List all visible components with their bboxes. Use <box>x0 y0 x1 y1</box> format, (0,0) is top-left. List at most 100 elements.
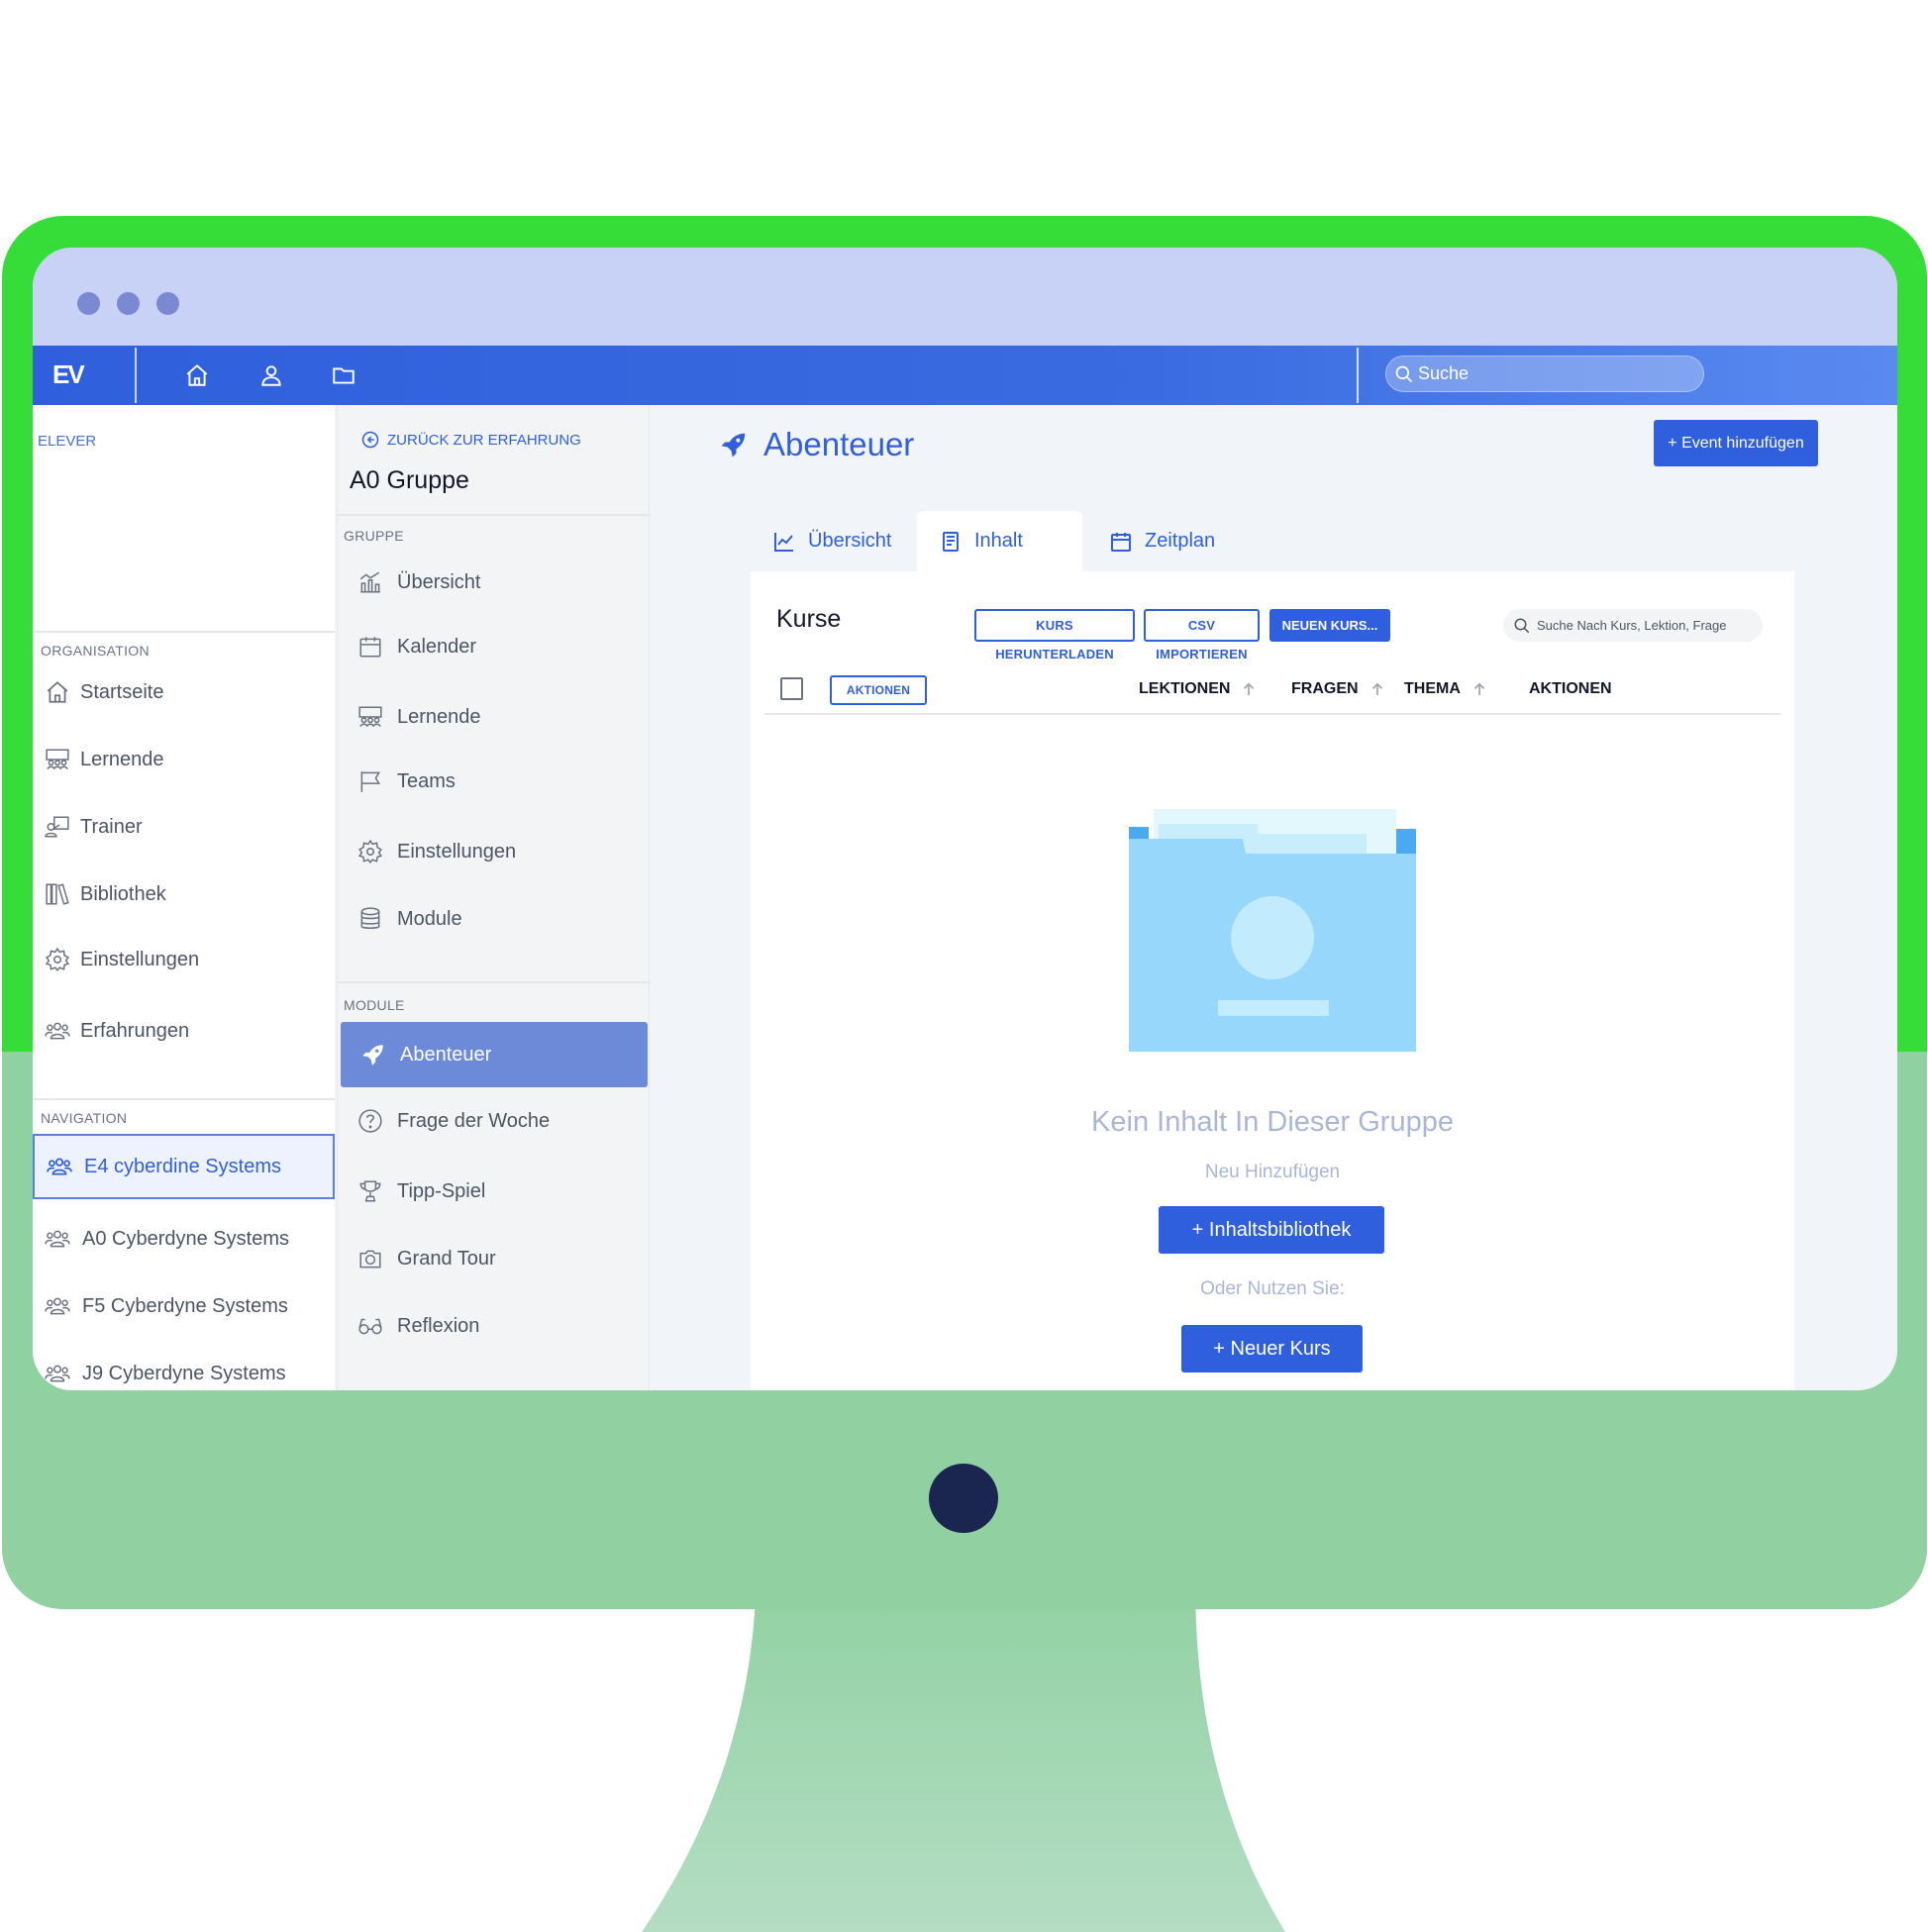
calendar-icon <box>1111 532 1131 552</box>
new-course-dropdown-button[interactable]: NEUEN KURS... <box>1269 609 1390 642</box>
users-icon <box>45 1022 70 1040</box>
divider <box>33 631 335 633</box>
module-nav-grand-tour[interactable]: Grand Tour <box>338 1226 651 1291</box>
group-nav-label: Übersicht <box>397 570 481 593</box>
group-nav-einstellungen[interactable]: Einstellungen <box>338 819 651 884</box>
question-icon <box>358 1109 382 1133</box>
sidebar-group-e4[interactable]: E4 cyberdine Systems <box>33 1134 335 1199</box>
group-nav-uebersicht[interactable]: Übersicht <box>338 550 651 615</box>
learners-icon <box>46 749 69 769</box>
brand-label: ELEVER <box>38 433 97 450</box>
chart-icon <box>359 571 380 593</box>
module-nav-label: Abenteuer <box>400 1043 492 1066</box>
rocket-icon <box>721 433 746 458</box>
search-icon <box>1514 618 1530 634</box>
sidebar-group-label: F5 Cyberdyne Systems <box>82 1294 288 1317</box>
users-icon <box>45 1297 70 1315</box>
panel-title: Kurse <box>776 605 842 633</box>
window-dot[interactable] <box>156 292 179 315</box>
download-course-button[interactable]: KURS HERUNTERLADEN <box>974 609 1135 661</box>
tab-zeitplan[interactable]: Zeitplan <box>1087 511 1246 571</box>
calendar-icon <box>359 637 381 658</box>
sidebar-group-f5[interactable]: F5 Cyberdyne Systems <box>33 1286 335 1326</box>
back-link-label: ZURÜCK ZUR ERFAHRUNG <box>387 431 581 449</box>
empty-folder-illustration <box>1129 809 1416 1052</box>
camera-icon <box>359 1250 381 1269</box>
trophy-icon <box>359 1180 381 1202</box>
trainer-icon <box>45 816 69 838</box>
main-sidebar: ELEVER ORGANISATION Startseite Lernende … <box>33 405 335 1390</box>
gear-icon <box>45 947 70 972</box>
global-search-input[interactable]: Suche <box>1385 356 1704 392</box>
module-nav-label: Tipp-Spiel <box>397 1179 486 1202</box>
sidebar-item-erfahrungen[interactable]: Erfahrungen <box>33 1011 335 1051</box>
tab-inhalt[interactable]: Inhalt <box>917 511 1082 571</box>
users-icon <box>45 1230 70 1248</box>
column-label: LEKTIONEN <box>1139 680 1231 697</box>
import-csv-button[interactable]: CSV IMPORTIEREN <box>1144 609 1260 661</box>
group-nav-kalender[interactable]: Kalender <box>338 614 651 679</box>
module-nav-frage-der-woche[interactable]: Frage der Woche <box>338 1088 651 1154</box>
tab-label: Inhalt <box>974 530 1023 552</box>
content-panel: Kurse KURS HERUNTERLADEN CSV IMPORTIEREN… <box>751 571 1794 1390</box>
sort-arrow-up-icon <box>1371 682 1382 695</box>
home-icon[interactable] <box>184 362 210 388</box>
course-search-input[interactable]: Suche Nach Kurs, Lektion, Frage <box>1503 609 1763 642</box>
sidebar-item-trainer[interactable]: Trainer <box>33 807 335 847</box>
module-nav-reflexion[interactable]: Reflexion <box>338 1293 651 1359</box>
flag-icon <box>360 771 381 792</box>
sidebar-item-label: Einstellungen <box>80 948 200 970</box>
column-header-lektionen[interactable]: LEKTIONEN <box>1139 680 1258 698</box>
column-label: FRAGEN <box>1291 680 1359 697</box>
group-nav-lernende[interactable]: Lernende <box>338 684 651 750</box>
column-header-thema[interactable]: THEMA <box>1404 680 1488 698</box>
sidebar-group-j9[interactable]: J9 Cyberdyne Systems <box>33 1354 335 1390</box>
content-library-button[interactable]: + Inhaltsbibliothek <box>1159 1206 1384 1254</box>
user-icon[interactable] <box>258 362 284 388</box>
sidebar-item-einstellungen[interactable]: Einstellungen <box>33 940 335 979</box>
module-nav-tipp-spiel[interactable]: Tipp-Spiel <box>338 1159 651 1224</box>
column-label: AKTIONEN <box>1529 680 1612 697</box>
module-nav-label: Grand Tour <box>397 1247 496 1270</box>
module-nav-abenteuer[interactable]: Abenteuer <box>341 1022 648 1087</box>
section-label-gruppe: GRUPPE <box>344 528 404 544</box>
folder-icon[interactable] <box>331 362 356 388</box>
group-nav-label: Module <box>397 907 462 930</box>
tab-uebersicht[interactable]: Übersicht <box>751 511 909 571</box>
users-icon <box>45 1365 70 1382</box>
group-nav-module[interactable]: Module <box>338 886 651 952</box>
monitor-power-dot <box>929 1464 998 1533</box>
new-course-button[interactable]: + Neuer Kurs <box>1181 1325 1363 1373</box>
home-icon <box>47 681 68 703</box>
app-logo[interactable]: EV <box>52 359 85 390</box>
window-dot[interactable] <box>77 292 100 315</box>
group-nav-label: Lernende <box>397 705 481 728</box>
section-label-module: MODULE <box>344 997 405 1013</box>
sidebar-item-label: Erfahrungen <box>80 1019 190 1042</box>
sort-arrow-up-icon <box>1244 682 1255 695</box>
back-to-experience-link[interactable]: ZURÜCK ZUR ERFAHRUNG <box>361 431 581 449</box>
search-icon <box>1395 365 1413 383</box>
screen: EV Suche ELEVER ORGANISATION Startseite … <box>33 248 1897 1390</box>
sidebar-item-bibliothek[interactable]: Bibliothek <box>33 874 335 914</box>
column-header-fragen[interactable]: FRAGEN <box>1291 680 1386 698</box>
group-nav-teams[interactable]: Teams <box>338 749 651 814</box>
group-nav-label: Kalender <box>397 635 477 658</box>
actions-button[interactable]: AKTIONEN <box>830 675 927 705</box>
add-event-button[interactable]: + Event hinzufügen <box>1654 420 1818 466</box>
sidebar-group-a0[interactable]: A0 Cyberdyne Systems <box>33 1219 335 1259</box>
book-icon <box>943 531 959 552</box>
group-sidebar: ZURÜCK ZUR ERFAHRUNG A0 Gruppe GRUPPE Üb… <box>337 405 651 1390</box>
section-label-organisation: ORGANISATION <box>41 643 150 659</box>
window-dot[interactable] <box>117 292 140 315</box>
sidebar-item-lernende[interactable]: Lernende <box>33 740 335 779</box>
divider <box>338 514 651 516</box>
sidebar-item-startseite[interactable]: Startseite <box>33 672 335 712</box>
page-title: Abenteuer <box>721 426 914 463</box>
library-icon <box>46 883 69 905</box>
column-label: THEMA <box>1404 680 1461 697</box>
select-all-checkbox[interactable] <box>780 677 803 700</box>
sidebar-group-label: A0 Cyberdyne Systems <box>82 1227 289 1250</box>
gear-icon <box>357 839 383 864</box>
trend-icon <box>774 532 793 552</box>
